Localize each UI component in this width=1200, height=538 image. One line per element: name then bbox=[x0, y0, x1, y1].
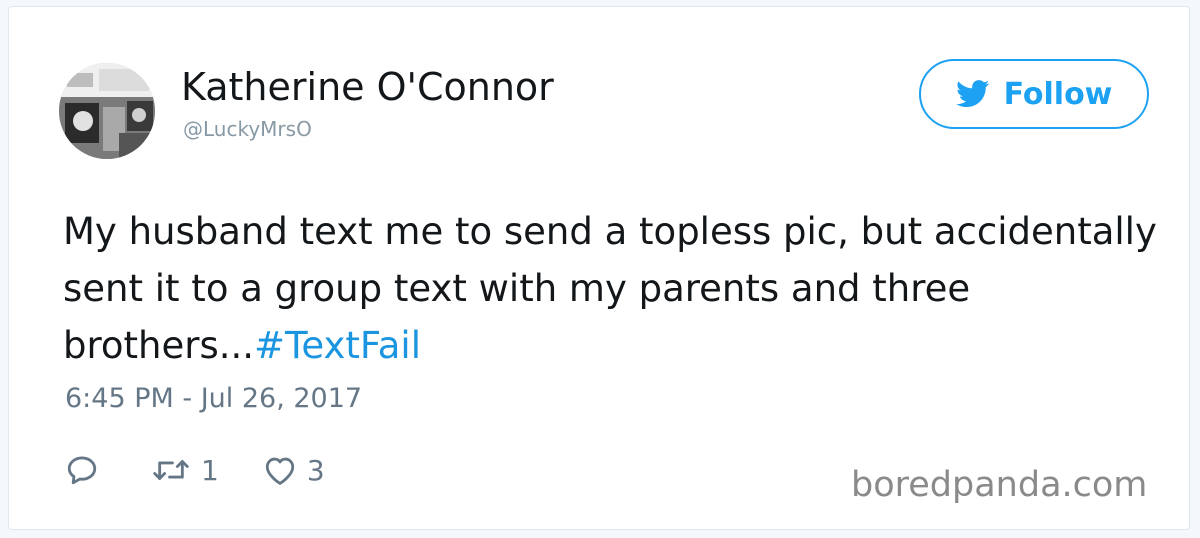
author-name[interactable]: Katherine O'Connor bbox=[181, 65, 554, 109]
tweet-actions: 1 3 bbox=[65, 453, 325, 487]
like-button[interactable]: 3 bbox=[263, 454, 325, 487]
reply-icon bbox=[67, 456, 97, 485]
heart-icon bbox=[265, 457, 294, 485]
follow-button[interactable]: Follow bbox=[919, 59, 1149, 129]
follow-button-label: Follow bbox=[1003, 76, 1113, 112]
reply-button[interactable] bbox=[65, 453, 109, 487]
retweet-button[interactable]: 1 bbox=[151, 453, 219, 487]
tweet-body: My husband text me to send a topless pic… bbox=[63, 210, 1157, 367]
tweet-text: My husband text me to send a topless pic… bbox=[63, 203, 1163, 374]
twitter-bird-icon bbox=[955, 80, 989, 108]
author-handle[interactable]: @LuckyMrsO bbox=[183, 117, 312, 141]
author-avatar[interactable] bbox=[59, 63, 155, 159]
retweet-count: 1 bbox=[201, 453, 219, 487]
avatar-photo bbox=[59, 63, 155, 159]
hashtag-link[interactable]: #TextFail bbox=[254, 324, 421, 367]
source-watermark: boredpanda.com bbox=[851, 465, 1148, 505]
tweet-card: Katherine O'Connor @LuckyMrsO Follow My … bbox=[8, 6, 1190, 530]
tweet-timestamp[interactable]: 6:45 PM - Jul 26, 2017 bbox=[65, 383, 362, 414]
retweet-icon bbox=[153, 460, 189, 480]
like-count: 3 bbox=[306, 453, 325, 487]
